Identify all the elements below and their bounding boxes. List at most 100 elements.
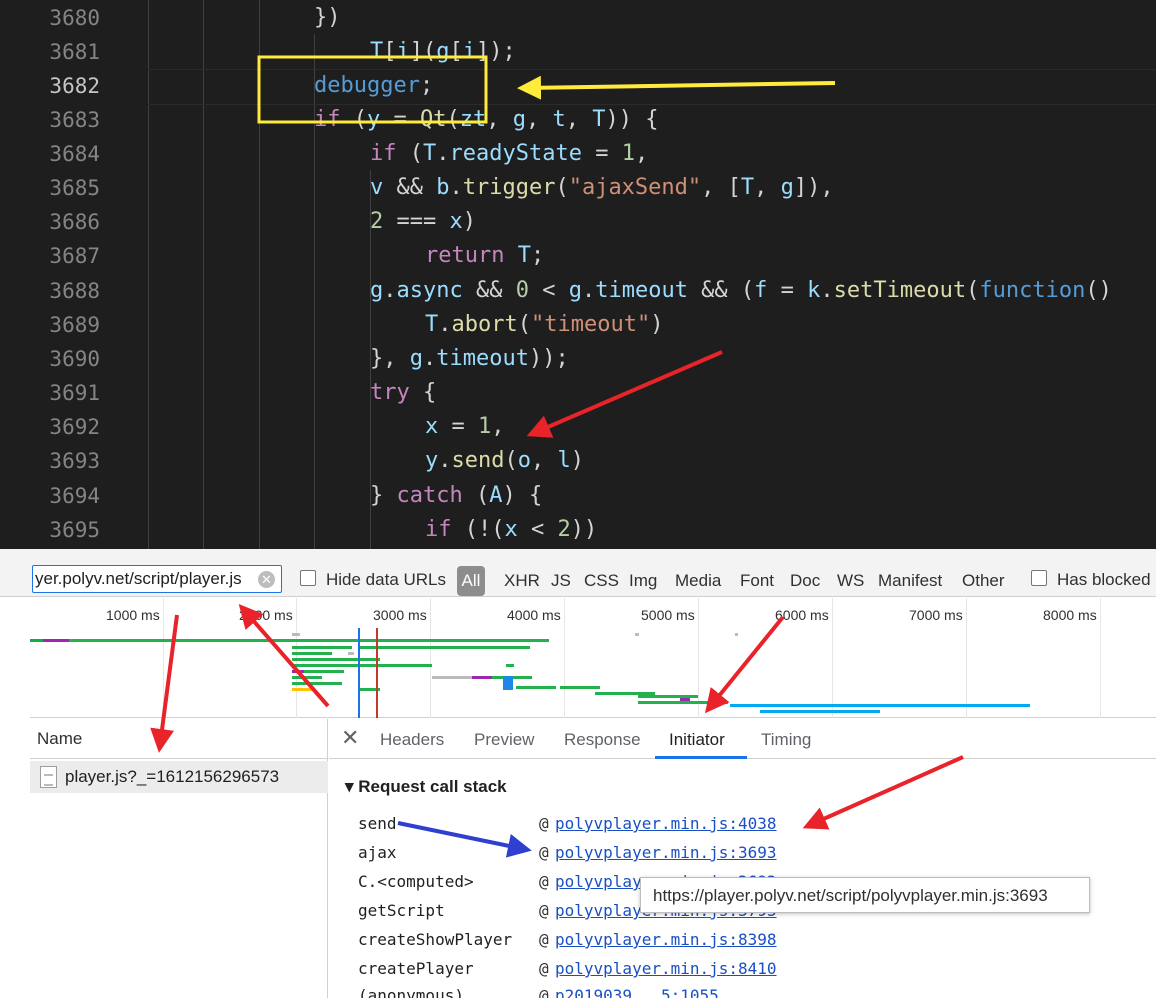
- code-line: if (T.readyState = 1,: [370, 141, 649, 166]
- tick-gridline: [832, 598, 833, 718]
- tab-preview[interactable]: Preview: [474, 730, 534, 750]
- has-blocked-checkbox[interactable]: [1031, 570, 1047, 586]
- load-event-marker: [376, 628, 378, 718]
- code-line: if (!(x < 2)): [425, 517, 598, 542]
- code-line: }, g.timeout));: [370, 346, 569, 371]
- code-editor[interactable]: 3680 3681 3682 3683 3684 3685 3686 3687 …: [0, 0, 1156, 549]
- waterfall-bar: [735, 633, 738, 636]
- tick-label: 3000 ms: [373, 607, 427, 623]
- code-line: y.send(o, l): [425, 448, 584, 473]
- waterfall-bar: [292, 688, 312, 691]
- filter-type-css[interactable]: CSS: [584, 571, 619, 591]
- stack-frame-link[interactable]: polyvplayer.min.js:8410: [555, 959, 777, 978]
- clear-filter-icon[interactable]: ✕: [258, 571, 275, 588]
- filter-type-all[interactable]: All: [457, 566, 485, 596]
- stack-frame-at: @: [539, 930, 549, 949]
- filter-type-ws[interactable]: WS: [837, 571, 864, 591]
- tick-label: 4000 ms: [507, 607, 561, 623]
- request-list: Name player.js?_=1612156296573: [30, 719, 328, 998]
- call-stack-title[interactable]: ▾ Request call stack: [345, 777, 507, 797]
- stack-frame-at: @: [539, 843, 549, 862]
- code-line: if (y = Qt(zt, g, t, T)) {: [314, 107, 659, 132]
- file-icon: [40, 766, 57, 788]
- waterfall-bar: [680, 698, 690, 701]
- filter-type-img[interactable]: Img: [629, 571, 657, 591]
- filter-input-value: yer.polyv.net/script/player.js: [35, 569, 242, 588]
- devtools-network-panel: yer.polyv.net/script/player.js ✕ Hide da…: [0, 549, 1156, 998]
- stack-frame-function: createShowPlayer: [358, 930, 513, 949]
- tick-label: 8000 ms: [1043, 607, 1097, 623]
- waterfall-bar: [69, 639, 549, 642]
- stack-frame-link[interactable]: p2019039...5:1055: [555, 986, 719, 998]
- waterfall-bar: [292, 682, 342, 685]
- waterfall-bar: [360, 646, 530, 649]
- code-line: try {: [370, 380, 437, 405]
- waterfall-bar: [730, 704, 1030, 707]
- tick-label: 7000 ms: [909, 607, 963, 623]
- stack-frame-function: send: [358, 814, 397, 833]
- filter-type-doc[interactable]: Doc: [790, 571, 820, 591]
- name-column-header[interactable]: Name: [30, 719, 328, 759]
- waterfall-bar: [43, 639, 69, 642]
- code-line: x = 1,: [425, 414, 505, 439]
- waterfall-bar: [292, 664, 432, 667]
- call-stack-title-text: Request call stack: [358, 777, 507, 796]
- waterfall-bar: [30, 639, 43, 642]
- filter-type-js[interactable]: JS: [551, 571, 571, 591]
- code-line-active: debugger;: [0, 69, 1156, 105]
- waterfall-bar: [348, 652, 354, 655]
- tick-gridline: [966, 598, 967, 718]
- stack-frame-link[interactable]: polyvplayer.min.js:8398: [555, 930, 777, 949]
- close-icon[interactable]: ✕: [341, 725, 359, 751]
- tick-label: 2000 ms: [239, 607, 293, 623]
- filter-type-media[interactable]: Media: [675, 571, 721, 591]
- tab-timing[interactable]: Timing: [761, 730, 811, 750]
- stack-frame-at: @: [539, 901, 549, 920]
- tick-gridline: [163, 598, 164, 718]
- stack-frame-function: ajax: [358, 843, 397, 862]
- waterfall-bar: [472, 676, 492, 679]
- link-tooltip: https://player.polyv.net/script/polyvpla…: [640, 877, 1090, 913]
- code-line: v && b.trigger("ajaxSend", [T, g]),: [370, 175, 834, 200]
- filter-type-other[interactable]: Other: [962, 571, 1005, 591]
- detail-tab-bar: ✕ Headers Preview Response Initiator Tim…: [329, 719, 1156, 759]
- code-line: T[i](g[i]);: [370, 39, 516, 64]
- code-line: g.async && 0 < g.timeout && (f = k.setTi…: [370, 278, 1112, 303]
- stack-frame-at: @: [539, 986, 549, 998]
- tab-response[interactable]: Response: [564, 730, 641, 750]
- waterfall-bar: [503, 676, 513, 690]
- waterfall-bar: [304, 670, 344, 673]
- waterfall-bar: [506, 664, 514, 667]
- waterfall-bar: [638, 701, 728, 704]
- stack-frame-function: C.<computed>: [358, 872, 474, 891]
- stack-frame-link[interactable]: polyvplayer.min.js:4038: [555, 814, 777, 833]
- tab-initiator[interactable]: Initiator: [669, 730, 725, 750]
- waterfall-bar: [432, 676, 472, 679]
- waterfall-bar: [635, 633, 639, 636]
- request-name: player.js?_=1612156296573: [65, 767, 280, 786]
- code-line: return T;: [425, 243, 545, 268]
- code-line: T.abort("timeout"): [425, 312, 664, 337]
- waterfall-bar: [760, 710, 880, 713]
- stack-frame-at: @: [539, 959, 549, 978]
- hide-data-urls-checkbox[interactable]: [300, 570, 316, 586]
- stack-frame-function: createPlayer: [358, 959, 474, 978]
- tab-headers[interactable]: Headers: [380, 730, 444, 750]
- stack-frame-link[interactable]: polyvplayer.min.js:3693: [555, 843, 777, 862]
- filter-type-font[interactable]: Font: [740, 571, 774, 591]
- filter-type-manifest[interactable]: Manifest: [878, 571, 942, 591]
- tick-label: 6000 ms: [775, 607, 829, 623]
- network-overview-timeline[interactable]: 1000 ms 2000 ms 3000 ms 4000 ms 5000 ms …: [30, 598, 1156, 718]
- has-blocked-label: Has blocked: [1057, 570, 1151, 589]
- stack-frame-at: @: [539, 872, 549, 891]
- filter-input[interactable]: yer.polyv.net/script/player.js ✕: [32, 565, 282, 593]
- waterfall-bar: [292, 670, 304, 673]
- stack-frame-function: getScript: [358, 901, 445, 920]
- filter-bar: yer.polyv.net/script/player.js ✕ Hide da…: [0, 549, 1156, 597]
- tick-gridline: [564, 598, 565, 718]
- hide-data-urls-label: Hide data URLs: [326, 570, 447, 589]
- tick-gridline: [1100, 598, 1101, 718]
- filter-type-xhr[interactable]: XHR: [504, 571, 540, 591]
- table-row[interactable]: player.js?_=1612156296573: [30, 761, 328, 793]
- code-line: }): [314, 5, 341, 30]
